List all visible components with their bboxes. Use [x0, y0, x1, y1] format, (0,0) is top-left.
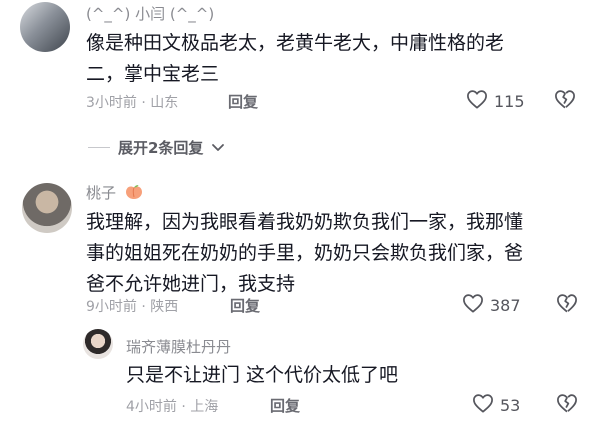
comment-text-line: 二，掌中宝老三	[86, 63, 220, 85]
comment-meta: 3小时前 · 山东	[86, 95, 179, 111]
broken-heart-icon	[554, 90, 576, 113]
chevron-down-icon	[211, 138, 225, 157]
like-button[interactable]: 53	[472, 393, 520, 417]
like-button[interactable]: 115	[466, 89, 525, 113]
heart-icon	[466, 89, 488, 113]
comment-meta: 9小时前 · 陕西	[86, 299, 179, 315]
divider-line	[88, 147, 110, 148]
dislike-button[interactable]	[554, 89, 576, 113]
comment-username[interactable]: 桃子	[86, 182, 143, 204]
avatar[interactable]	[20, 2, 70, 52]
dislike-button[interactable]	[556, 393, 578, 417]
comment-text-line: 只是不让进门 这个代价太低了吧	[126, 364, 399, 386]
reply-button[interactable]: 回复	[228, 91, 258, 112]
heart-icon	[462, 293, 484, 317]
like-button[interactable]: 387	[462, 293, 521, 317]
avatar[interactable]	[83, 329, 113, 359]
reply-button[interactable]: 回复	[230, 295, 260, 316]
comment-text-line: 我理解，因为我眼看着我奶奶欺负我们一家，我那懂	[86, 211, 524, 233]
peach-icon	[125, 184, 143, 204]
comment-username[interactable]: (^_^) 小闫 (^_^)	[86, 3, 214, 24]
reply-button[interactable]: 回复	[270, 395, 300, 416]
dislike-button[interactable]	[556, 293, 578, 317]
broken-heart-icon	[556, 394, 578, 417]
broken-heart-icon	[556, 294, 578, 317]
comment-meta: 4小时前 · 上海	[126, 399, 219, 415]
avatar[interactable]	[22, 183, 72, 233]
comment-username[interactable]: 瑞齐薄膜杜丹丹	[126, 336, 231, 357]
username-text: 桃子	[86, 184, 117, 202]
like-count: 115	[494, 91, 525, 111]
comment-text-line: 像是种田文极品老太，老黄牛老大，中庸性格的老	[86, 32, 505, 54]
like-count: 53	[500, 395, 521, 415]
like-count: 387	[490, 295, 521, 315]
expand-replies-button[interactable]: 展开2条回复	[88, 137, 225, 158]
comment-text-line: 事的姐姐死在奶奶的手里，奶奶只会欺负我们家，爸	[86, 242, 524, 264]
heart-icon	[472, 393, 494, 417]
expand-replies-label: 展开2条回复	[118, 139, 204, 157]
